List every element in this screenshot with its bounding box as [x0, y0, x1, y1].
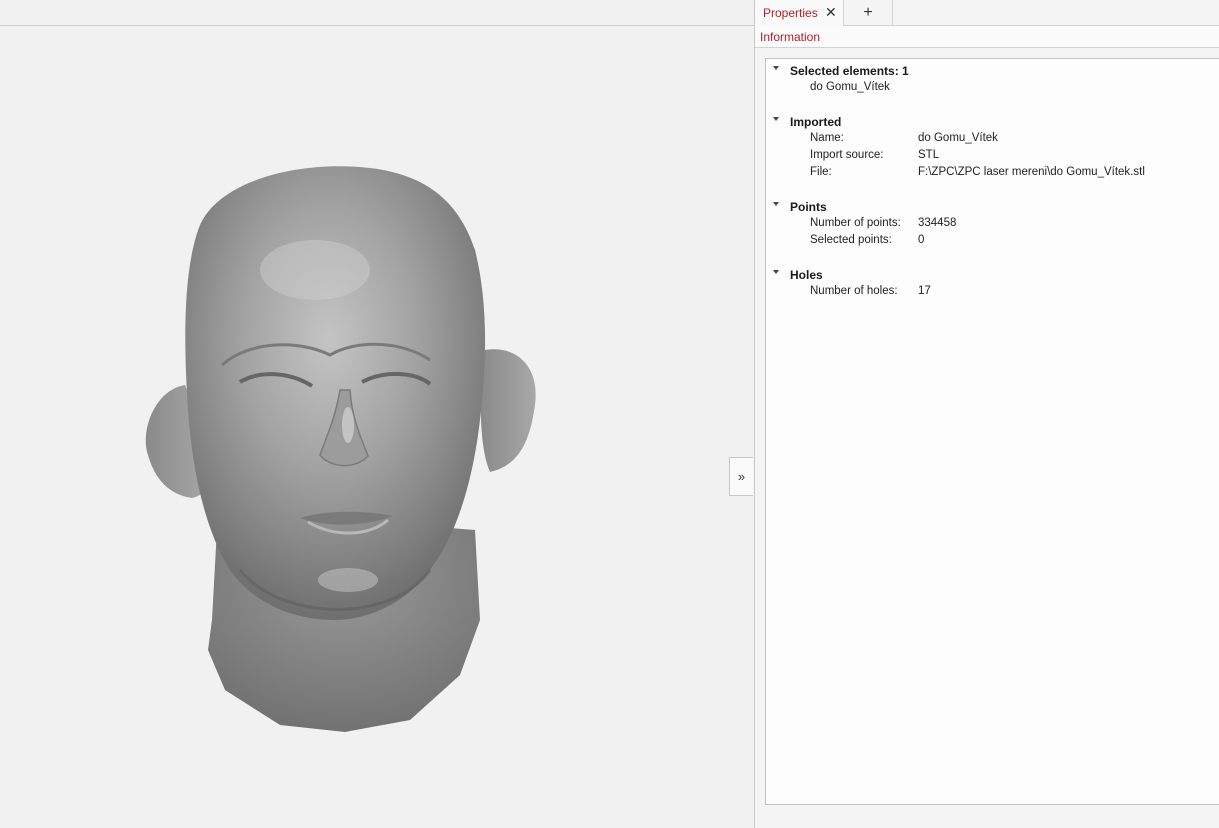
- collapse-triangle-icon: [773, 117, 779, 121]
- group-header-holes[interactable]: Holes: [766, 266, 1066, 283]
- group-header-points[interactable]: Points: [766, 198, 1066, 215]
- group-header-selected[interactable]: Selected elements: 1: [766, 62, 1066, 79]
- property-value: STL: [918, 149, 940, 161]
- viewport-toolbar: [0, 0, 754, 26]
- property-row: Import source: STL: [766, 147, 1219, 164]
- property-row: File: F:\ZPC\ZPC laser mereni\do Gomu_Ví…: [766, 164, 1219, 181]
- subtab-row: Information: [755, 26, 1219, 48]
- property-label: Number of holes:: [810, 285, 898, 297]
- collapse-triangle-icon: [773, 270, 779, 274]
- group-title: Selected elements:: [790, 64, 899, 78]
- group-title: Points: [790, 200, 827, 214]
- property-label: Selected points:: [810, 234, 892, 246]
- collapse-panel-button[interactable]: »: [729, 457, 753, 496]
- property-label: Import source:: [810, 149, 884, 161]
- property-label: Name:: [810, 132, 844, 144]
- property-value: do Gomu_Vítek: [918, 132, 998, 144]
- selected-item-name: do Gomu_Vítek: [810, 81, 890, 93]
- tab-information[interactable]: Information: [760, 30, 820, 44]
- property-value: F:\ZPC\ZPC laser mereni\do Gomu_Vítek.st…: [918, 166, 1145, 178]
- information-content: Selected elements: 1 do Gomu_Vítek Impor…: [765, 58, 1219, 805]
- nose-highlight: [342, 407, 354, 443]
- property-label: File:: [810, 166, 832, 178]
- property-row: Name: do Gomu_Vítek: [766, 130, 1219, 147]
- group-header-imported[interactable]: Imported: [766, 113, 1066, 130]
- group-title: Holes: [790, 268, 823, 282]
- head-shape: [185, 166, 486, 620]
- tab-properties-label: Properties: [763, 6, 818, 20]
- properties-panel: Properties ✕ + Information Selected elem…: [755, 0, 1219, 828]
- selected-count: 1: [902, 64, 909, 78]
- property-row: Selected points: 0: [766, 232, 1219, 249]
- add-tab-button[interactable]: +: [844, 0, 893, 26]
- chin-highlight: [318, 568, 378, 592]
- property-value: 0: [918, 234, 925, 246]
- group-title: Imported: [790, 115, 842, 129]
- collapse-triangle-icon: [773, 202, 779, 206]
- forehead-highlight: [260, 240, 370, 300]
- head-scan-model[interactable]: [130, 150, 550, 740]
- collapse-triangle-icon: [773, 66, 779, 70]
- tab-properties[interactable]: Properties ✕: [755, 0, 844, 26]
- list-item[interactable]: do Gomu_Vítek: [766, 79, 1219, 96]
- property-value: 334458: [918, 217, 957, 229]
- property-value: 17: [918, 285, 931, 297]
- property-row: Number of holes: 17: [766, 283, 1219, 300]
- property-row: Number of points: 334458: [766, 215, 1219, 232]
- right-ear-shape: [480, 349, 536, 472]
- panel-tabbar: Properties ✕ +: [755, 0, 1219, 26]
- property-label: Number of points:: [810, 217, 901, 229]
- close-icon[interactable]: ✕: [825, 4, 837, 21]
- 3d-viewport[interactable]: »: [0, 0, 754, 828]
